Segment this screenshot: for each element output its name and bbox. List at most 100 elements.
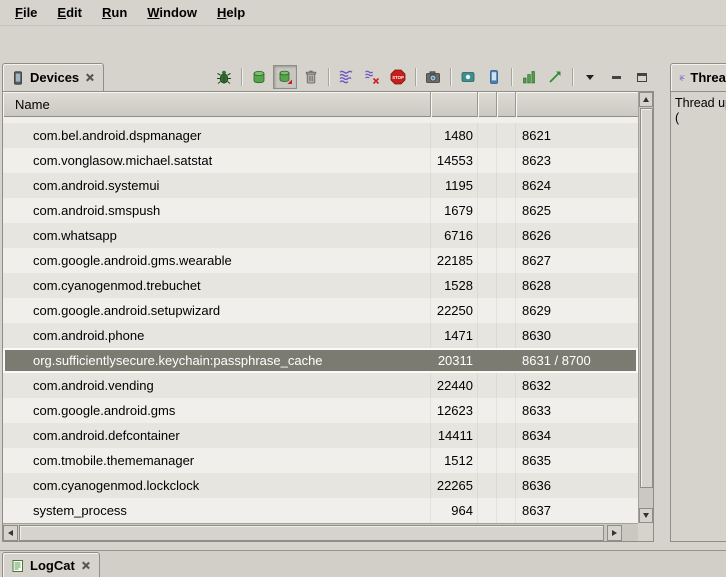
- close-icon[interactable]: [84, 72, 95, 83]
- toolbar-separator: [415, 68, 416, 86]
- tab-logcat-label: LogCat: [30, 558, 75, 573]
- device-row-selected[interactable]: org.sufficientlysecure.keychain:passphra…: [3, 348, 638, 373]
- screen-capture-button[interactable]: [421, 65, 445, 89]
- cell-pid: 1528: [431, 273, 478, 298]
- threads-panel: Threads Thread up (: [670, 63, 726, 544]
- cell-name: com.google.android.gms.wearable: [3, 248, 431, 273]
- dump-hprof-button[interactable]: [273, 65, 297, 89]
- cell-pid: 22250: [431, 298, 478, 323]
- cell-pid: 964: [431, 498, 478, 523]
- device-row[interactable]: com.tmobile.thememanager15128635: [3, 448, 638, 473]
- tab-threads-label: Threads: [690, 70, 726, 85]
- minimize-button[interactable]: [604, 65, 628, 89]
- system-info-button[interactable]: [482, 65, 506, 89]
- cell-name: com.google.android.gms: [3, 398, 431, 423]
- scroll-right-button[interactable]: [607, 525, 622, 541]
- method-profiling-button[interactable]: [360, 65, 384, 89]
- cell-name: com.tmobile.thememanager: [3, 448, 431, 473]
- cell-empty: [478, 423, 497, 448]
- menu-file[interactable]: File: [6, 2, 46, 23]
- table-header: Name: [3, 92, 638, 117]
- cell-pid: 20311: [431, 348, 478, 373]
- horizontal-scrollbar[interactable]: [3, 523, 638, 541]
- maximize-icon: [637, 73, 647, 82]
- cell-port: 8631 / 8700: [516, 348, 638, 373]
- cell-port: 8621: [516, 123, 638, 148]
- cell-name: com.cyanogenmod.lockclock: [3, 473, 431, 498]
- close-icon[interactable]: [80, 560, 91, 571]
- threads-icon: [338, 69, 354, 85]
- maximize-button[interactable]: [630, 65, 654, 89]
- logcat-icon: [11, 559, 25, 573]
- cell-name: org.sufficientlysecure.keychain:passphra…: [3, 348, 431, 373]
- tab-devices[interactable]: Devices: [2, 63, 104, 91]
- menu-window[interactable]: Window: [138, 2, 206, 23]
- device-row[interactable]: com.google.android.gms126238633: [3, 398, 638, 423]
- column-header-empty[interactable]: [478, 92, 497, 117]
- profiling-icon: [364, 69, 380, 85]
- device-row[interactable]: system_process964 8637: [3, 498, 638, 523]
- device-row[interactable]: com.android.defcontainer144118634: [3, 423, 638, 448]
- device-row[interactable]: com.bel.android.dspmanager14808621: [3, 123, 638, 148]
- cell-port: 8633: [516, 398, 638, 423]
- device-row[interactable]: com.android.systemui11958624: [3, 173, 638, 198]
- menu-help[interactable]: Help: [208, 2, 254, 23]
- cell-name: system_process: [3, 498, 431, 523]
- device-row[interactable]: com.android.smspush16798625: [3, 198, 638, 223]
- screen-record-button[interactable]: [456, 65, 480, 89]
- device-row[interactable]: com.google.android.setupwizard222508629: [3, 298, 638, 323]
- device-row[interactable]: com.google.android.gms.wearable221858627: [3, 248, 638, 273]
- device-row[interactable]: com.vonglasow.michael.satstat145538623: [3, 148, 638, 173]
- device-row[interactable]: com.whatsapp67168626: [3, 223, 638, 248]
- stop-process-button[interactable]: STOP: [386, 65, 410, 89]
- cell-empty: [497, 173, 516, 198]
- column-header-pid[interactable]: [431, 92, 478, 117]
- devices-toolbar: STOP: [212, 65, 654, 89]
- cell-empty: [478, 123, 497, 148]
- minimize-icon: [612, 76, 621, 79]
- cell-port: 8637: [516, 498, 638, 523]
- column-header-port[interactable]: [516, 92, 638, 117]
- arrow-down-icon: [643, 513, 649, 518]
- scroll-left-button[interactable]: [3, 525, 18, 541]
- cell-name: com.whatsapp: [3, 223, 431, 248]
- devices-panel: Devices: [2, 63, 654, 544]
- view-menu-button[interactable]: [578, 65, 602, 89]
- scroll-down-button[interactable]: [639, 508, 653, 523]
- menu-run[interactable]: Run: [93, 2, 136, 23]
- cell-empty: [478, 173, 497, 198]
- cause-gc-button[interactable]: [299, 65, 323, 89]
- device-row[interactable]: com.android.phone14718630: [3, 323, 638, 348]
- cell-port: 8628: [516, 273, 638, 298]
- device-row[interactable]: com.cyanogenmod.trebuchet15288628: [3, 273, 638, 298]
- allocation-tracker-button[interactable]: [543, 65, 567, 89]
- device-table-rows: com.bel.android.dspmanager14808621com.vo…: [3, 117, 638, 523]
- cell-pid: 1512: [431, 448, 478, 473]
- column-header-empty[interactable]: [497, 92, 516, 117]
- cell-empty: [497, 273, 516, 298]
- vertical-scrollbar-thumb[interactable]: [640, 108, 653, 488]
- debug-process-button[interactable]: [212, 65, 236, 89]
- cell-pid: 6716: [431, 223, 478, 248]
- device-row[interactable]: com.android.vending224408632: [3, 373, 638, 398]
- cell-empty: [478, 348, 497, 373]
- heap-chart-button[interactable]: [517, 65, 541, 89]
- record-icon: [460, 69, 476, 85]
- cell-pid: 22185: [431, 248, 478, 273]
- vertical-scrollbar[interactable]: [638, 92, 653, 523]
- tab-logcat[interactable]: LogCat: [2, 552, 100, 577]
- threads-message: Thread up (: [670, 91, 726, 542]
- cell-pid: 1195: [431, 173, 478, 198]
- menu-edit[interactable]: Edit: [48, 2, 91, 23]
- cell-empty: [497, 248, 516, 273]
- update-threads-button[interactable]: [334, 65, 358, 89]
- horizontal-scrollbar-thumb[interactable]: [19, 525, 604, 541]
- toolbar-separator: [450, 68, 451, 86]
- scroll-up-button[interactable]: [639, 92, 653, 107]
- column-header-name[interactable]: Name: [3, 92, 431, 117]
- cell-empty: [497, 373, 516, 398]
- update-heap-button[interactable]: [247, 65, 271, 89]
- threads-message-line: Thread up: [675, 96, 726, 111]
- tab-threads[interactable]: Threads: [670, 63, 726, 91]
- device-row[interactable]: com.cyanogenmod.lockclock222658636: [3, 473, 638, 498]
